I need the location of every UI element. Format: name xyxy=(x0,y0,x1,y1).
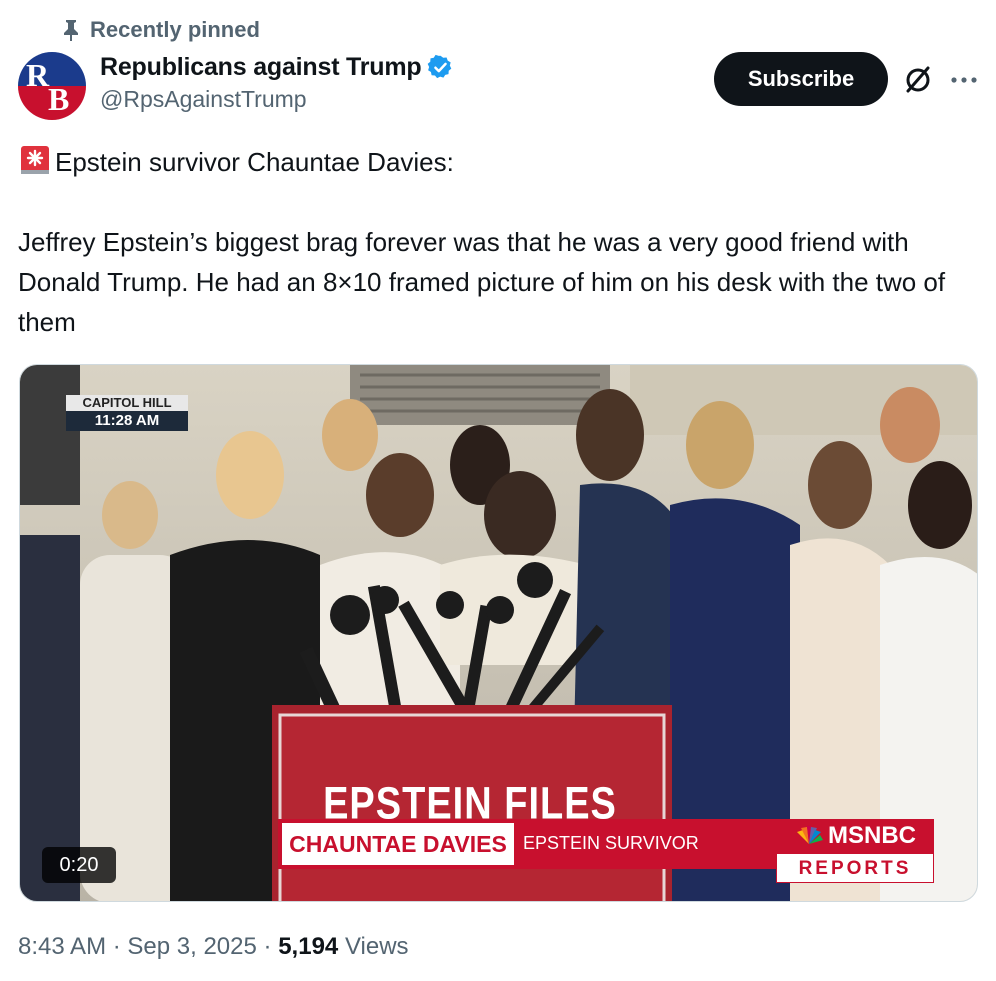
video-player[interactable]: CAPITOL HILL 11:28 AM EPSTEIN FILES CHAU… xyxy=(19,364,978,902)
siren-emoji-icon xyxy=(21,146,49,174)
pinned-label: Recently pinned xyxy=(90,17,260,42)
location-time: 11:28 AM xyxy=(66,411,188,431)
network-logo: MSNBC REPORTS xyxy=(776,819,934,885)
meta-separator: · xyxy=(263,933,272,960)
views-count: 5,194 xyxy=(278,933,339,960)
avatar-logo: R B xyxy=(18,52,86,120)
network-name: MSNBC xyxy=(828,822,916,849)
chyron-name: CHAUNTAE DAVIES xyxy=(282,823,514,865)
network-show: REPORTS xyxy=(776,853,934,883)
svg-text:R: R xyxy=(26,57,50,93)
tweet-meta: 8:43 AM · Sep 3, 2025 · 5,194 Views xyxy=(18,933,409,961)
peacock-icon xyxy=(797,826,823,844)
tweet-date[interactable]: Sep 3, 2025 xyxy=(127,933,256,960)
location-label: CAPITOL HILL xyxy=(66,395,188,411)
chyron-title: EPSTEIN SURVIVOR xyxy=(523,833,699,853)
subscribe-button[interactable]: Subscribe xyxy=(714,52,888,106)
author-handle[interactable]: @RpsAgainstTrump xyxy=(100,86,454,113)
video-duration: 0:20 xyxy=(42,847,116,883)
svg-text:B: B xyxy=(48,81,69,117)
tweet-headline: Epstein survivor Chauntae Davies: xyxy=(55,147,454,177)
author-block: Republicans against Trump @RpsAgainstTru… xyxy=(100,53,454,113)
tweet-headline-line: Epstein survivor Chauntae Davies: xyxy=(18,142,978,182)
meta-separator: · xyxy=(112,933,121,960)
views-label: Views xyxy=(344,933,409,960)
recently-pinned-row: Recently pinned xyxy=(62,16,260,44)
grok-icon[interactable] xyxy=(902,64,934,96)
tweet-text: Epstein survivor Chauntae Davies: Jeffre… xyxy=(18,142,978,342)
more-icon[interactable] xyxy=(948,66,980,94)
pin-icon xyxy=(64,20,78,41)
avatar[interactable]: R B xyxy=(18,52,86,120)
location-bug: CAPITOL HILL 11:28 AM xyxy=(66,395,188,431)
author-display-name[interactable]: Republicans against Trump xyxy=(100,53,422,82)
verified-badge-icon[interactable] xyxy=(427,54,454,81)
tweet-body: Jeffrey Epstein’s biggest brag forever w… xyxy=(18,227,946,337)
tweet-time[interactable]: 8:43 AM xyxy=(18,933,106,960)
